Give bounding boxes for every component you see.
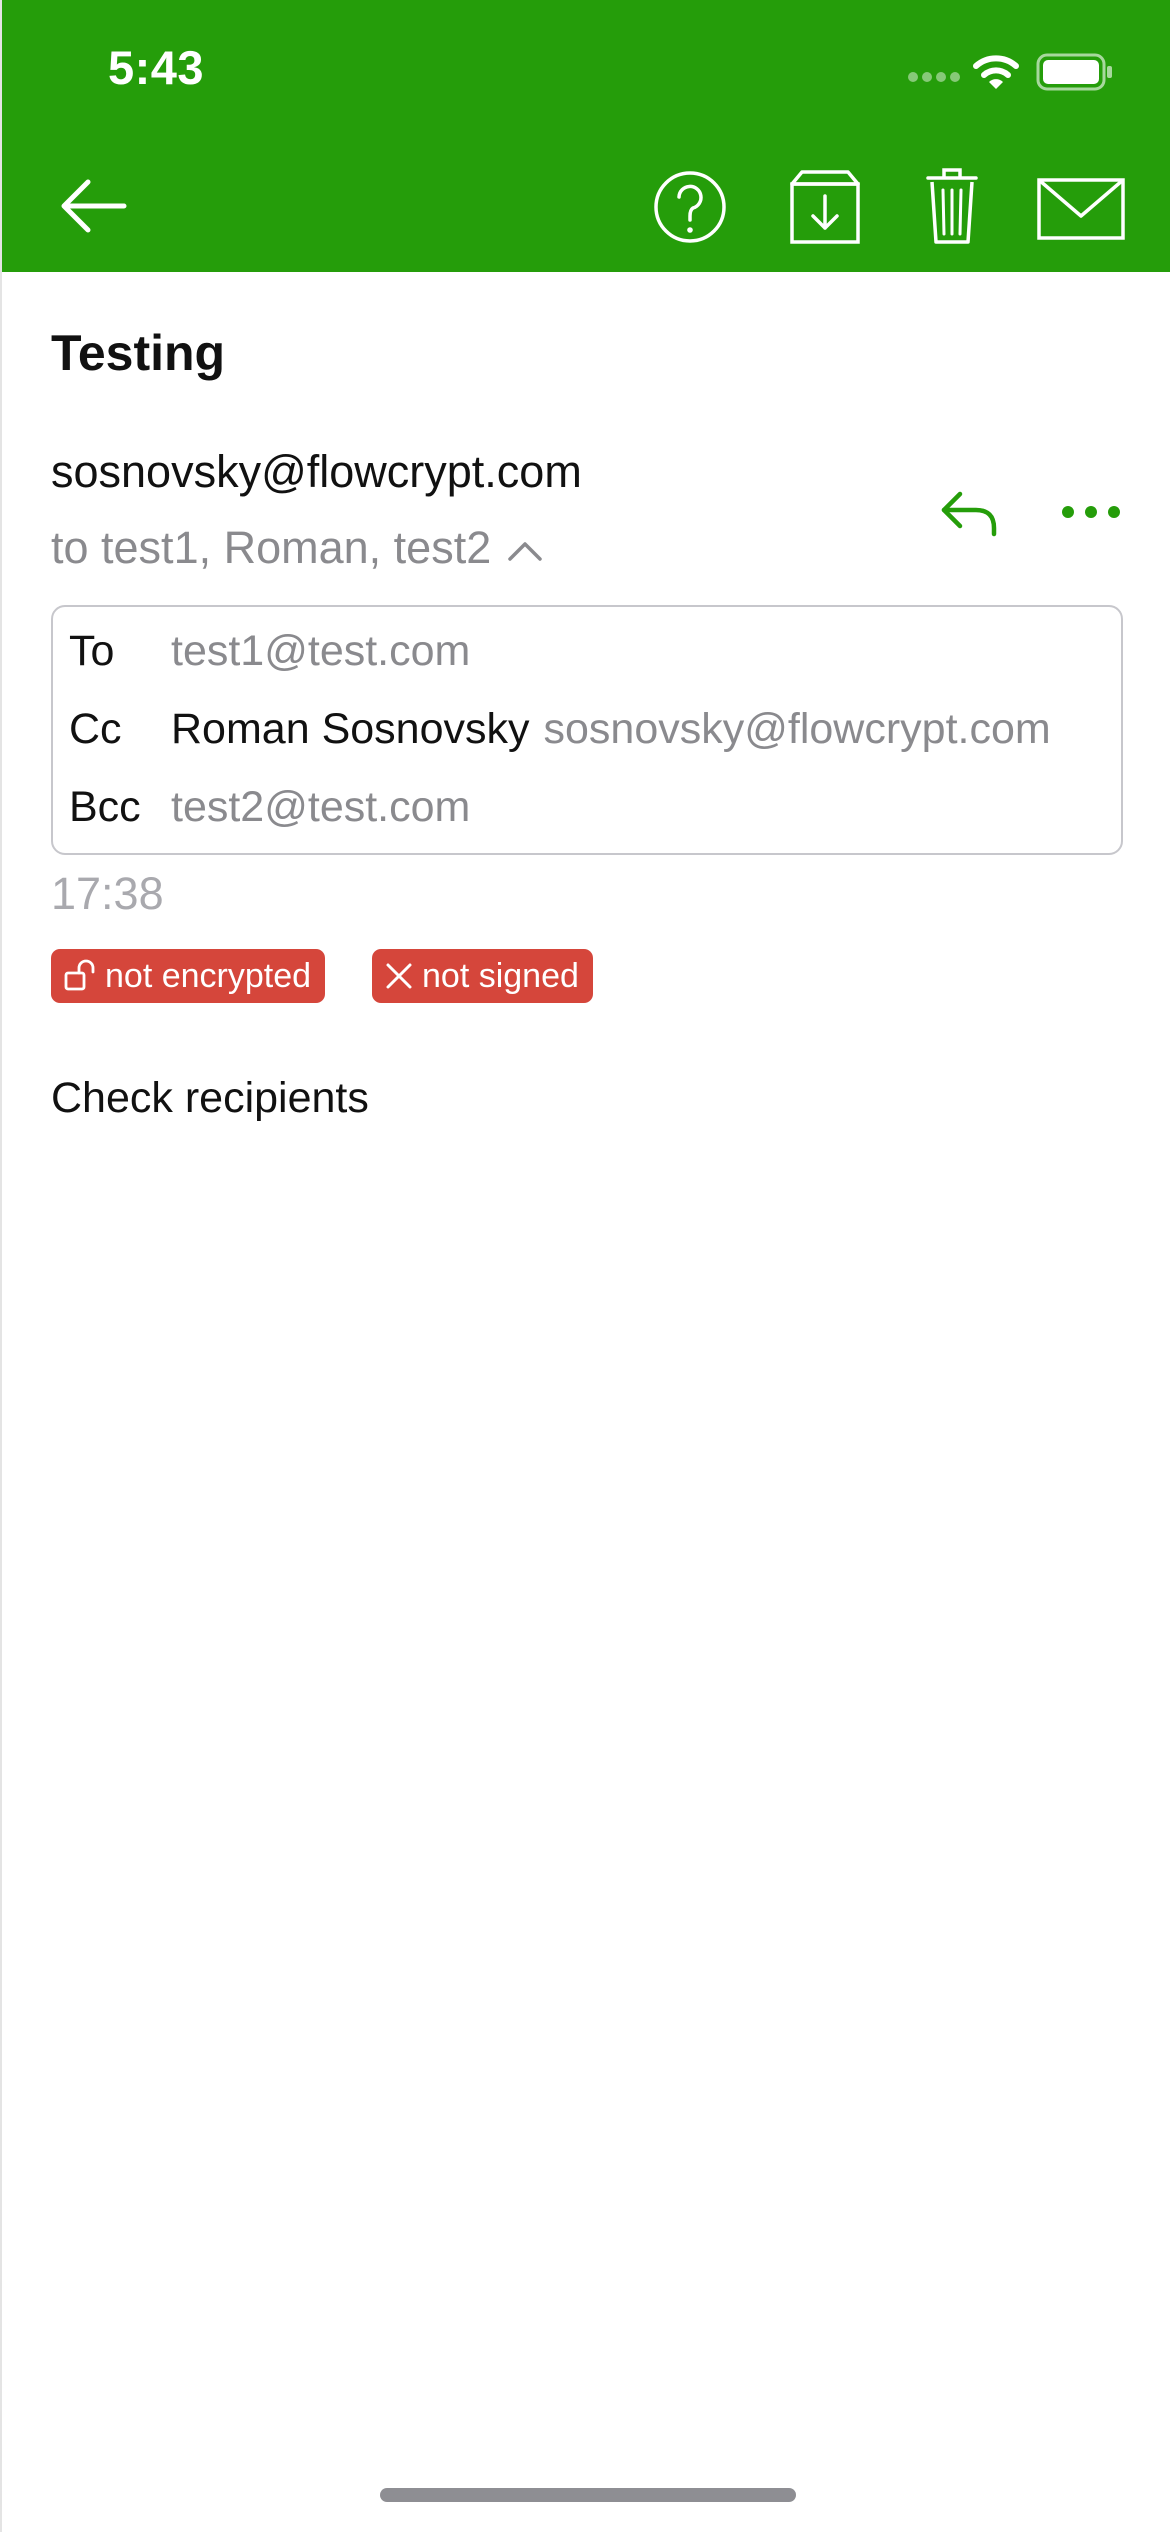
back-button[interactable]	[60, 160, 128, 252]
cc-row: Cc Roman Sosnovsky sosnovsky@flowcrypt.c…	[69, 699, 1051, 759]
envelope-icon	[1037, 178, 1125, 240]
recipients-detail-box: To test1@test.com Cc Roman Sosnovsky sos…	[51, 605, 1123, 855]
bcc-label: Bcc	[69, 782, 141, 831]
app-header: 5:43	[2, 0, 1170, 272]
to-label: To	[69, 626, 115, 675]
mark-unread-button[interactable]	[1036, 160, 1126, 252]
chevron-up-icon	[507, 522, 543, 574]
cc-email[interactable]: sosnovsky@flowcrypt.com	[544, 705, 1051, 754]
cc-name[interactable]: Roman Sosnovsky	[171, 705, 530, 754]
bcc-email[interactable]: test2@test.com	[171, 783, 470, 832]
cellular-signal-icon	[908, 72, 960, 82]
question-circle-icon	[654, 171, 726, 243]
recipients-toggle[interactable]: to test1, Roman, test2	[51, 522, 543, 574]
battery-icon	[1036, 53, 1112, 91]
cc-label: Cc	[69, 704, 122, 753]
signature-status-badge: not signed	[372, 949, 593, 1003]
archive-download-icon	[790, 170, 860, 244]
wifi-icon	[973, 55, 1019, 89]
more-options-button[interactable]	[1060, 496, 1122, 528]
reply-button[interactable]	[940, 488, 998, 538]
trash-icon	[926, 168, 978, 244]
arrow-left-icon	[61, 179, 127, 233]
recipients-summary-text: to test1, Roman, test2	[51, 522, 492, 573]
home-indicator[interactable]	[380, 2488, 796, 2502]
unlocked-padlock-icon	[64, 959, 95, 991]
x-mark-icon	[386, 963, 412, 989]
message-subject: Testing	[51, 325, 226, 381]
encryption-status-label: not encrypted	[105, 956, 312, 995]
ellipsis-icon	[1062, 506, 1120, 518]
encryption-status-badge: not encrypted	[51, 949, 326, 1003]
bcc-row: Bcc test2@test.com	[69, 777, 470, 837]
to-row: To test1@test.com	[69, 621, 470, 681]
status-time: 5:43	[108, 41, 205, 94]
status-icons	[906, 50, 1116, 98]
delete-button[interactable]	[924, 160, 980, 252]
message-body: Check recipients	[51, 1074, 369, 1122]
sender-email: sosnovsky@flowcrypt.com	[51, 446, 582, 497]
email-view-screen: 5:43 Testing sosnovsky@flowcrypt.com to …	[0, 0, 1170, 2532]
message-time: 17:38	[51, 868, 164, 919]
signature-status-label: not signed	[422, 956, 579, 995]
to-email[interactable]: test1@test.com	[171, 627, 470, 676]
reply-arrow-icon	[941, 491, 997, 537]
help-button[interactable]	[653, 160, 727, 252]
archive-button[interactable]	[788, 160, 862, 252]
